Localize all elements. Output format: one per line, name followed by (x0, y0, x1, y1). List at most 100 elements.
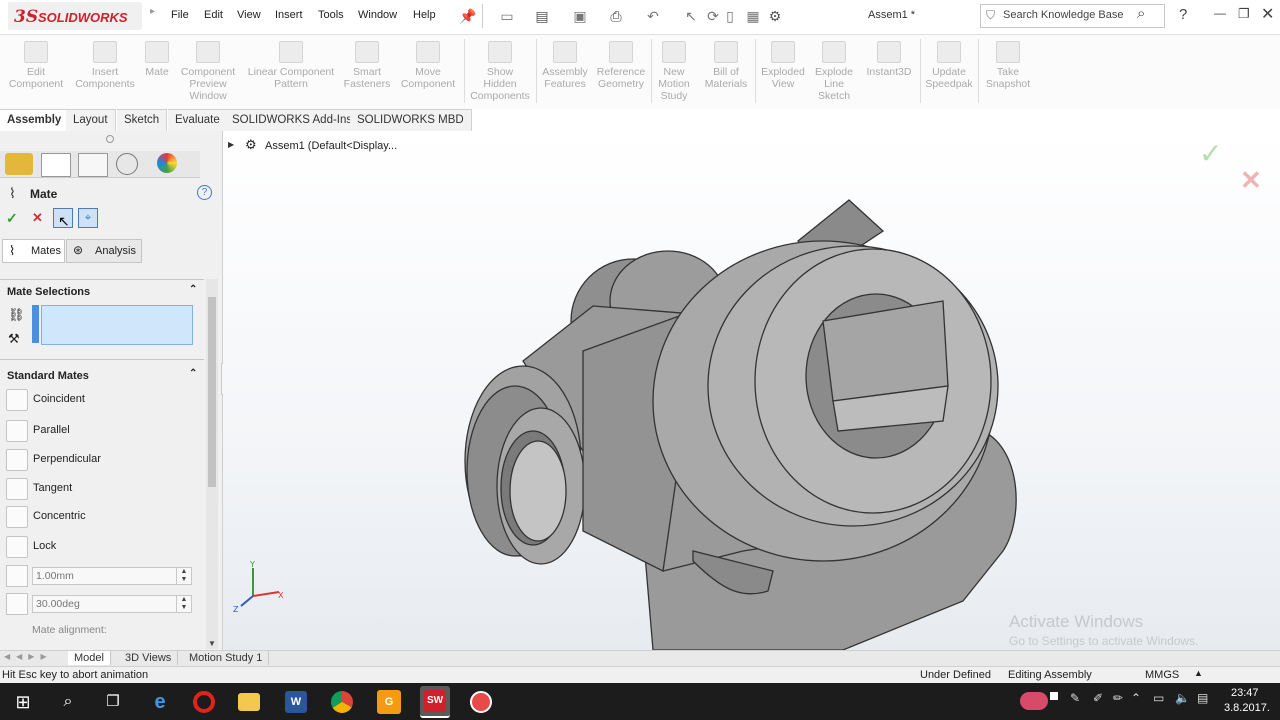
menu-edit[interactable]: Edit (204, 9, 223, 21)
standard-mates-header[interactable]: Standard Mates ⌃ (0, 368, 204, 388)
new-motion-study-button[interactable]: New Motion Study (654, 41, 694, 102)
clock-time[interactable]: 23:47 (1231, 687, 1259, 699)
perpendicular-mate[interactable]: Perpendicular (6, 447, 201, 471)
scrollbar-thumb[interactable] (208, 297, 216, 487)
traffic-light-icon[interactable]: ▯ (722, 8, 738, 24)
windows-start-icon[interactable]: ⊞ (10, 689, 36, 715)
subtab-mates[interactable]: ⌇ Mates (2, 239, 65, 263)
3d-model[interactable] (223, 131, 1280, 650)
units-up-icon[interactable]: ▲ (1194, 668, 1203, 678)
collapse-icon[interactable]: ⌃ (189, 284, 197, 295)
subtab-analysis[interactable]: ⊛ Analysis (66, 239, 142, 263)
smart-fasteners-button[interactable]: Smart Fasteners (342, 41, 392, 90)
show-hidden-icons[interactable]: ⌃ (1131, 691, 1141, 705)
tab-layout[interactable]: Layout (66, 109, 116, 131)
spin-arrows-icon[interactable]: ▲ ▼ (176, 568, 191, 584)
insert-components-button[interactable]: Insert Components (72, 41, 138, 90)
dimxpert-icon[interactable] (116, 153, 138, 175)
linear-component-pattern-button[interactable]: Linear Component Pattern (244, 41, 338, 90)
minimize-icon[interactable]: — (1214, 6, 1226, 20)
search-icon[interactable]: ⌕ (1137, 5, 1145, 22)
angle-input[interactable]: 30.00deg ▲ ▼ (32, 595, 192, 613)
tangent-mate[interactable]: Tangent (6, 476, 201, 500)
menu-file[interactable]: File (171, 9, 189, 21)
collapse-icon[interactable]: ⌃ (189, 368, 197, 379)
tab-addins[interactable]: SOLIDWORKS Add-Ins (225, 109, 361, 131)
solidworks-taskbar-icon[interactable]: SW (420, 686, 450, 718)
property-manager-icon[interactable] (41, 153, 71, 177)
angle-mate-icon[interactable] (6, 593, 28, 615)
recorder-icon[interactable] (470, 691, 492, 713)
menu-window[interactable]: Window (358, 9, 397, 21)
notifications-icon[interactable]: ▤ (1197, 691, 1208, 705)
units-selector[interactable]: MMGS (1145, 669, 1179, 681)
distance-input[interactable]: 1.00mm ▲ ▼ (32, 567, 192, 585)
opera-icon[interactable] (193, 691, 215, 713)
tab-scroll-arrows-icon[interactable]: ◀◀▶▶ (4, 652, 53, 661)
tab-assembly[interactable]: Assembly (0, 109, 70, 132)
network-icon[interactable]: ▭ (1153, 691, 1164, 705)
chrome-icon[interactable] (331, 691, 353, 713)
restore-icon[interactable]: ❐ (1238, 6, 1250, 22)
edge-icon[interactable]: e (147, 689, 173, 715)
tab-model[interactable]: Model (68, 651, 111, 665)
edit-component-button[interactable]: Edit Component (4, 41, 68, 90)
mate-selections-header[interactable]: Mate Selections ⌃ (0, 284, 204, 304)
word-icon[interactable]: W (285, 691, 307, 713)
tab-3d-views[interactable]: 3D Views (119, 651, 179, 665)
close-icon[interactable]: ✕ (1261, 4, 1274, 24)
highlighter-icon[interactable]: ✏ (1113, 691, 1123, 705)
configuration-manager-icon[interactable] (78, 153, 108, 177)
coincident-mate[interactable]: Coincident (6, 387, 201, 411)
update-speedpak-button[interactable]: Update Speedpak (922, 41, 976, 90)
menu-view[interactable]: View (237, 9, 261, 21)
stop-recording-icon[interactable] (1050, 692, 1058, 700)
show-hidden-components-button[interactable]: Show Hidden Components (468, 41, 532, 102)
lock-mate[interactable]: Lock (6, 534, 201, 558)
ok-check-icon[interactable]: ✓ (6, 210, 18, 227)
panel-resize-handle[interactable] (106, 135, 114, 143)
print-icon[interactable]: ⎙ (608, 8, 624, 24)
reference-geometry-button[interactable]: Reference Geometry (594, 41, 648, 90)
open-folder-icon[interactable]: ▤ (534, 8, 550, 24)
search-icon[interactable]: ⌕ (55, 689, 81, 715)
mate-button[interactable]: Mate (142, 41, 172, 78)
options-gear-icon[interactable]: ⚙ (767, 8, 783, 24)
file-explorer-icon[interactable] (238, 693, 260, 711)
solidworks-logo[interactable]: 3S SOLIDWORKS (8, 2, 142, 30)
component-preview-window-button[interactable]: Component Preview Window (176, 41, 240, 102)
explode-line-sketch-button[interactable]: Explode Line Sketch (810, 41, 858, 102)
exploded-view-button[interactable]: Exploded View (758, 41, 808, 90)
draw-tool-icon[interactable]: ✎ (1070, 691, 1080, 705)
parallel-mate[interactable]: Parallel (6, 418, 201, 442)
menu-expand-icon[interactable]: ▸ (150, 6, 155, 26)
tab-sketch[interactable]: Sketch (117, 109, 168, 131)
file-properties-icon[interactable]: ▦ (745, 8, 761, 24)
tab-evaluate[interactable]: Evaluate (168, 109, 228, 131)
panel-scrollbar[interactable]: ▼ (206, 279, 218, 649)
rebuild-icon[interactable]: ⟳ (705, 8, 721, 24)
take-snapshot-button[interactable]: Take Snapshot (982, 41, 1034, 90)
save-icon[interactable]: ▣ (572, 8, 588, 24)
bill-of-materials-button[interactable]: Bill of Materials (700, 41, 752, 90)
pin-icon[interactable]: 📌 (459, 8, 476, 24)
help-icon[interactable]: ? (1179, 6, 1187, 23)
distance-mate-icon[interactable] (6, 565, 28, 587)
menu-help[interactable]: Help (413, 9, 436, 21)
volume-icon[interactable]: 🔈 (1175, 691, 1190, 705)
keep-visible-pin-icon[interactable]: ⌖ (78, 208, 98, 228)
spin-arrows-icon[interactable]: ▲ ▼ (176, 596, 191, 612)
move-component-button[interactable]: Move Component (396, 41, 460, 90)
clock-date[interactable]: 3.8.2017. (1224, 702, 1270, 714)
menu-tools[interactable]: Tools (318, 9, 344, 21)
concentric-mate[interactable]: Concentric (6, 504, 201, 528)
tab-mbd[interactable]: SOLIDWORKS MBD (350, 109, 472, 131)
instant3d-button[interactable]: Instant3D (862, 41, 916, 78)
menu-insert[interactable]: Insert (275, 9, 303, 21)
scroll-down-icon[interactable]: ▼ (208, 639, 216, 648)
feature-manager-icon[interactable] (5, 153, 33, 175)
pause-recording-icon[interactable] (1020, 692, 1048, 710)
display-manager-icon[interactable] (157, 153, 177, 173)
gom-player-icon[interactable]: G (377, 690, 401, 714)
assembly-features-button[interactable]: Assembly Features (540, 41, 590, 90)
